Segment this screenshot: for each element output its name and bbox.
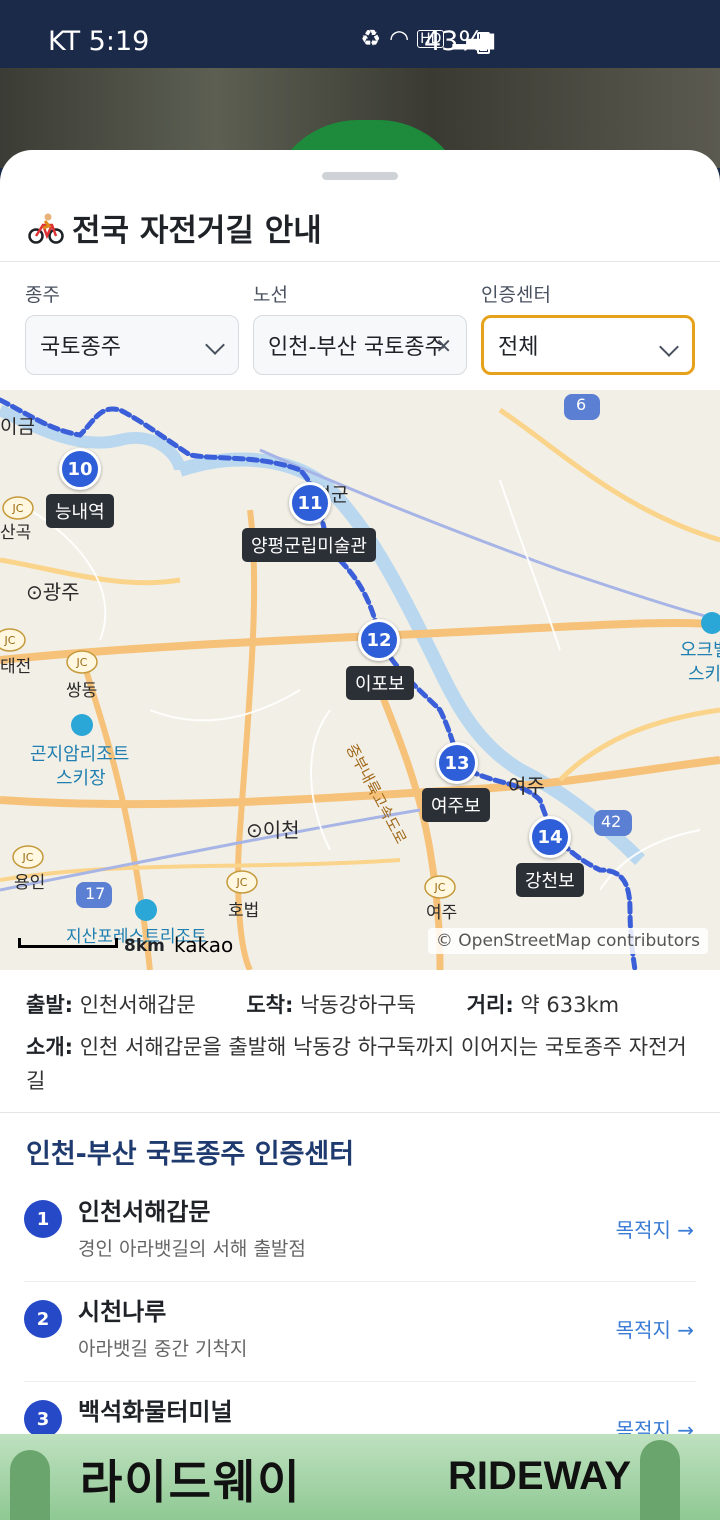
map-pin-label: 양평군립미술관 bbox=[242, 528, 376, 562]
svg-text:JC: JC bbox=[236, 876, 248, 889]
place-yongin: 용인 bbox=[14, 873, 46, 893]
map-pin-14[interactable]: 14 bbox=[529, 816, 571, 858]
ad-banner[interactable]: 라이드웨이 RIDEWAY bbox=[0, 1434, 720, 1520]
wifi-icon: ◠ bbox=[389, 26, 410, 52]
map-pin-label: 여주보 bbox=[422, 788, 490, 822]
road-number-42: 42 bbox=[601, 812, 622, 831]
place-taejeon: 태전 bbox=[0, 657, 32, 677]
place-gwangju: ⊙광주 bbox=[26, 580, 80, 604]
carrier-time: KT 5:19 bbox=[48, 26, 150, 57]
place-yeoju-town: 여주 bbox=[508, 774, 545, 798]
ad-title-english: RIDEWAY bbox=[448, 1454, 632, 1498]
center-select[interactable]: 전체 bbox=[481, 315, 695, 375]
map-pin-label: 강천보 bbox=[516, 863, 584, 897]
svg-text:JC: JC bbox=[22, 851, 34, 864]
list-item[interactable]: 1 인천서해갑문 경인 아라뱃길의 서해 출발점 목적지 → bbox=[0, 1182, 720, 1282]
intro-label: 소개: bbox=[26, 1035, 74, 1059]
start-value: 인천서해갑문 bbox=[79, 993, 196, 1017]
place-oakvalley-ski: 스키 bbox=[688, 664, 720, 685]
chevron-down-icon bbox=[205, 335, 225, 355]
place-ssangdong: 쌍동 bbox=[66, 681, 98, 701]
map-scale-text: 8km bbox=[124, 936, 165, 956]
map-pin-10[interactable]: 10 bbox=[59, 448, 101, 490]
filter-route-label: 노선 bbox=[253, 284, 288, 306]
destination-link[interactable]: 목적지 → bbox=[616, 1214, 694, 1243]
filter-type-label: 종주 bbox=[25, 284, 60, 306]
center-desc: 경인 아라뱃길의 서해 출발점 bbox=[78, 1238, 306, 1260]
svg-text:JC: JC bbox=[76, 656, 88, 669]
battery-percent: 43% bbox=[424, 26, 485, 57]
place-hobeop: 호법 bbox=[228, 901, 260, 921]
centers-title: 인천-부산 국토종주 인증센터 bbox=[26, 1139, 355, 1170]
road-number-17: 17 bbox=[85, 884, 106, 903]
place-oakvalley: 오크밸 bbox=[680, 640, 720, 661]
battery-icon bbox=[477, 32, 490, 54]
route-intro: 소개: 인천 서해갑문을 출발해 낙동강 하구둑까지 이어지는 국토종주 자전거… bbox=[26, 1030, 696, 1098]
destination-link[interactable]: 목적지 → bbox=[616, 1314, 694, 1343]
distance-label: 거리: bbox=[466, 993, 514, 1017]
map-pin-13[interactable]: 13 bbox=[436, 742, 478, 784]
filter-center: 인증센터 전체 bbox=[481, 280, 695, 375]
map-scale-bar bbox=[18, 938, 118, 948]
filter-bar: 종주 국토종주 노선 인천-부산 국토종주 ✕ 인증센터 전체 bbox=[0, 262, 720, 390]
center-name: 시천나루 bbox=[78, 1298, 167, 1326]
route-summary: 출발: 인천서해갑문 도착: 낙동강하구둑 거리: 약 633km bbox=[26, 988, 696, 1022]
end-value: 낙동강하구둑 bbox=[300, 993, 416, 1017]
tree-illustration bbox=[10, 1450, 50, 1520]
place-sangok: 산곡 bbox=[0, 523, 32, 543]
map-pin-label: 이포보 bbox=[346, 666, 414, 700]
type-select[interactable]: 국토종주 bbox=[25, 315, 239, 375]
center-name: 인천서해갑문 bbox=[78, 1198, 211, 1226]
close-icon[interactable]: ✕ bbox=[435, 334, 452, 358]
center-select-value: 전체 bbox=[498, 335, 539, 360]
center-number: 3 bbox=[24, 1400, 62, 1438]
road-number-6: 6 bbox=[576, 395, 587, 414]
map-pin-12[interactable]: 12 bbox=[358, 619, 400, 661]
filter-center-label: 인증센터 bbox=[481, 284, 551, 306]
route-info: 출발: 인천서해갑문 도착: 낙동강하구둑 거리: 약 633km 소개: 인천… bbox=[26, 988, 696, 1098]
place-gonjiam-ski: 스키장 bbox=[56, 768, 106, 789]
map-attribution[interactable]: © OpenStreetMap contributors bbox=[427, 928, 708, 954]
list-item[interactable]: 2 시천나루 아라뱃길 중간 기착지 목적지 → bbox=[0, 1282, 720, 1382]
center-number: 1 bbox=[24, 1200, 62, 1238]
kakao-logo: kakao bbox=[174, 933, 234, 957]
intro-text: 인천 서해갑문을 출발해 낙동강 하구둑까지 이어지는 국토종주 자전거길 bbox=[26, 1035, 687, 1093]
filter-type: 종주 국토종주 bbox=[25, 280, 239, 375]
center-desc: 아라뱃길 중간 기착지 bbox=[78, 1338, 248, 1360]
center-number: 2 bbox=[24, 1300, 62, 1338]
bottom-sheet: 전국 자전거길 안내 종주 국토종주 노선 인천-부산 국토종주 ✕ 인증센터 … bbox=[0, 150, 720, 1440]
svg-text:JC: JC bbox=[434, 881, 446, 894]
route-select-value: 인천-부산 국토종주 bbox=[268, 335, 445, 360]
svg-text:JC: JC bbox=[12, 502, 24, 515]
place-icheon: ⊙이천 bbox=[246, 818, 300, 842]
sheet-title-text: 전국 자전거길 안내 bbox=[72, 213, 322, 249]
chevron-down-icon bbox=[659, 337, 679, 357]
center-name: 백석화물터미널 bbox=[78, 1398, 233, 1426]
list-item[interactable]: 3 백석화물터미널 목적지 → bbox=[0, 1382, 720, 1440]
map-pin-label: 능내역 bbox=[46, 494, 114, 528]
bicycle-rider-icon bbox=[28, 212, 64, 244]
route-select[interactable]: 인천-부산 국토종주 ✕ bbox=[253, 315, 467, 375]
divider bbox=[0, 1112, 720, 1113]
place-gonjiam: 곤지암리조트 bbox=[30, 744, 130, 765]
start-label: 출발: bbox=[26, 993, 74, 1017]
place-igeum: 이금 bbox=[0, 416, 35, 438]
recycle-icon: ♻ bbox=[360, 26, 382, 52]
end-label: 도착: bbox=[246, 993, 294, 1017]
svg-text:JC: JC bbox=[4, 634, 16, 647]
sheet-title: 전국 자전거길 안내 bbox=[28, 205, 322, 250]
tree-illustration bbox=[640, 1440, 680, 1520]
type-select-value: 국토종주 bbox=[40, 335, 121, 360]
filter-route: 노선 인천-부산 국토종주 ✕ bbox=[253, 280, 467, 375]
sheet-drag-handle[interactable] bbox=[322, 172, 398, 180]
map-pin-11[interactable]: 11 bbox=[289, 482, 331, 524]
distance-value: 약 633km bbox=[520, 993, 620, 1017]
place-yeoju-low: 여주 bbox=[426, 903, 458, 923]
ad-title-korean: 라이드웨이 bbox=[80, 1455, 302, 1509]
route-map[interactable]: JC JC JC JC JC JC 6 42 17 이금 산곡 ⊙광주 태전 쌍동 곤지… bbox=[0, 390, 720, 970]
